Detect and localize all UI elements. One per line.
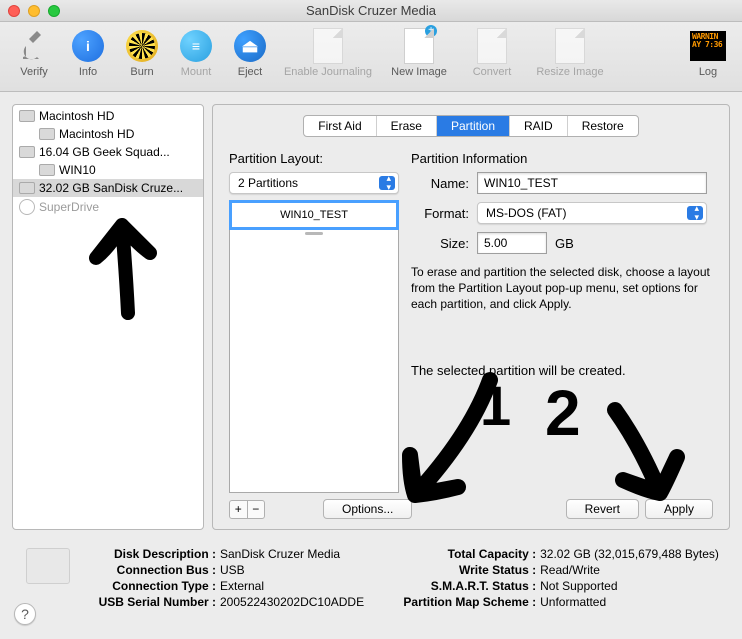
new-image-icon: + — [404, 28, 434, 64]
partition-resize-handle[interactable] — [230, 229, 398, 237]
status-text: The selected partition will be created. — [411, 363, 713, 378]
layout-heading: Partition Layout: — [229, 151, 399, 166]
apply-button[interactable]: Apply — [645, 499, 713, 519]
disk-icon — [19, 110, 35, 122]
help-text: To erase and partition the selected disk… — [411, 264, 713, 313]
resize-icon — [555, 28, 585, 64]
tab-first-aid[interactable]: First Aid — [304, 116, 376, 136]
log-icon: WARNIN AY 7:36 — [690, 31, 726, 61]
info-icon: i — [72, 30, 104, 62]
verify-button[interactable]: Verify — [8, 28, 60, 78]
eject-icon: ⏏ — [234, 30, 266, 62]
disk-icon — [19, 146, 35, 158]
partition-map[interactable]: WIN10_TEST — [229, 200, 399, 493]
eject-button[interactable]: ⏏ Eject — [224, 28, 276, 78]
sidebar-item-sandisk-cruzer[interactable]: 32.02 GB SanDisk Cruze... — [13, 179, 203, 197]
enable-journaling-button[interactable]: Enable Journaling — [278, 28, 378, 78]
tab-raid[interactable]: RAID — [510, 116, 568, 136]
tab-erase[interactable]: Erase — [377, 116, 437, 136]
resize-image-button[interactable]: Resize Image — [526, 28, 614, 78]
burn-icon — [126, 30, 158, 62]
options-button[interactable]: Options... — [323, 499, 412, 519]
format-label: Format: — [411, 206, 469, 221]
format-dropdown[interactable]: MS-DOS (FAT) ▴▾ — [477, 202, 707, 224]
add-partition-button[interactable]: + — [230, 501, 248, 518]
tab-partition[interactable]: Partition — [437, 116, 510, 136]
sidebar-item-macintosh-hd-vol[interactable]: Macintosh HD — [13, 125, 203, 143]
convert-icon — [477, 28, 507, 64]
name-label: Name: — [411, 176, 469, 191]
main-area: Macintosh HD Macintosh HD 16.04 GB Geek … — [0, 92, 742, 536]
disk-icon — [39, 164, 55, 176]
partition-layout-dropdown[interactable]: 2 Partitions ▴▾ — [229, 172, 399, 194]
add-remove-partition: + − — [229, 500, 265, 519]
partition-name-input[interactable] — [477, 172, 707, 194]
tab-restore[interactable]: Restore — [568, 116, 638, 136]
optical-icon — [19, 199, 35, 215]
convert-button[interactable]: Convert — [460, 28, 524, 78]
revert-button[interactable]: Revert — [566, 499, 639, 519]
sidebar-item-superdrive[interactable]: SuperDrive — [13, 197, 203, 217]
disk-info-footer: Disk Description :SanDisk Cruzer Media C… — [0, 536, 742, 620]
mount-button[interactable]: ≡ Mount — [170, 28, 222, 78]
microscope-icon — [16, 28, 52, 64]
tab-row: First Aid Erase Partition RAID Restore — [229, 115, 713, 137]
partition-panel: First Aid Erase Partition RAID Restore P… — [212, 104, 730, 530]
mount-icon: ≡ — [180, 30, 212, 62]
size-unit: GB — [555, 236, 574, 251]
new-image-button[interactable]: + New Image — [380, 28, 458, 78]
window-title: SanDisk Cruzer Media — [0, 3, 742, 18]
log-button[interactable]: WARNIN AY 7:36 Log — [682, 28, 734, 78]
disk-icon — [39, 128, 55, 140]
sidebar-item-macintosh-hd-disk[interactable]: Macintosh HD — [13, 107, 203, 125]
info-heading: Partition Information — [411, 151, 713, 166]
verify-label: Verify — [20, 66, 48, 78]
page-icon — [313, 28, 343, 64]
burn-button[interactable]: Burn — [116, 28, 168, 78]
sidebar-item-win10-vol[interactable]: WIN10 — [13, 161, 203, 179]
toolbar: Verify i Info Burn ≡ Mount ⏏ Eject Enabl… — [0, 22, 742, 92]
info-button[interactable]: i Info — [62, 28, 114, 78]
help-button[interactable]: ? — [14, 603, 36, 625]
chevron-updown-icon: ▴▾ — [694, 204, 699, 222]
remove-partition-button[interactable]: − — [248, 501, 265, 518]
chevron-updown-icon: ▴▾ — [386, 174, 391, 192]
device-sidebar[interactable]: Macintosh HD Macintosh HD 16.04 GB Geek … — [12, 104, 204, 530]
partition-slice-1[interactable]: WIN10_TEST — [230, 201, 398, 229]
disk-icon — [26, 548, 70, 584]
sidebar-item-geek-squad-disk[interactable]: 16.04 GB Geek Squad... — [13, 143, 203, 161]
size-label: Size: — [411, 236, 469, 251]
disk-icon — [19, 182, 35, 194]
partition-size-input[interactable] — [477, 232, 547, 254]
titlebar: SanDisk Cruzer Media — [0, 0, 742, 22]
